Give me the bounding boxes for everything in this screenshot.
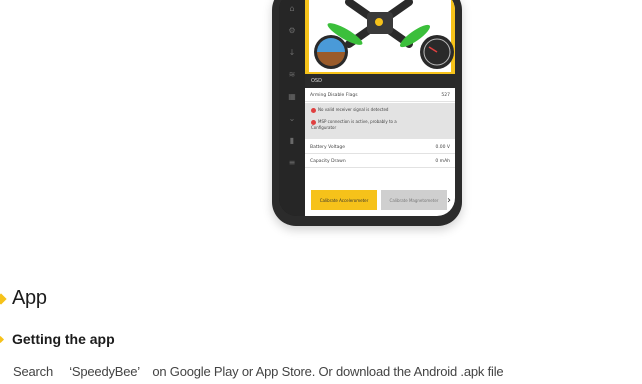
row-label: Arming Disable Flags [310, 93, 358, 98]
app-side-rail: ⌂ ⚙ ↓ ≋ ▦ ⌄ ▮ ≡ [279, 0, 305, 216]
drone-hero-panel [309, 0, 454, 72]
download-icon: ↓ [288, 48, 296, 57]
row-battery-voltage: Battery Voltage 0.00 V [305, 141, 455, 154]
warning-text: No valid receiver signal is detected [318, 107, 389, 112]
calibrate-magnetometer-button[interactable]: Calibrate Magnetometer [381, 190, 447, 210]
phone-screen-frame: ⌂ ⚙ ↓ ≋ ▦ ⌄ ▮ ≡ OSD Arming Disable Flags… [279, 0, 455, 216]
warning-line: No valid receiver signal is detected [311, 107, 388, 113]
warning-text: MSP connection is active, probably to a … [311, 119, 397, 130]
battery-icon: ▮ [289, 136, 295, 145]
row-arming-flags: Arming Disable Flags 527 [305, 89, 455, 102]
diamond-bullet-icon [0, 292, 7, 305]
row-value: 0 mAh [435, 159, 450, 164]
subsection-title-text: Getting the app [12, 331, 115, 347]
drone-hero [305, 0, 455, 76]
section-bar-label: OSD [311, 78, 322, 84]
row-value: 527 [441, 93, 450, 98]
body-paragraph: Search ‘SpeedyBee’ on Google Play or App… [13, 364, 504, 379]
menu-icon: ≡ [288, 158, 296, 167]
drone-illustration [314, 0, 454, 69]
grid-icon: ▦ [288, 92, 296, 101]
section-title-text: App [12, 287, 47, 309]
phone-mockup: ⌂ ⚙ ↓ ≋ ▦ ⌄ ▮ ≡ OSD Arming Disable Flags… [272, 0, 462, 226]
warning-icon [311, 107, 316, 113]
row-label: Battery Voltage [310, 145, 345, 150]
diamond-bullet-icon [0, 335, 5, 343]
section-bar: OSD [305, 74, 455, 88]
subsection-title: Getting the app [0, 331, 115, 347]
settings-icon: ⚙ [288, 26, 296, 35]
chevron-down-icon: ⌄ [288, 114, 296, 123]
row-capacity-drawn: Capacity Drawn 0 mAh [305, 155, 455, 168]
home-icon: ⌂ [289, 4, 295, 13]
warning-line: MSP connection is active, probably to a … [311, 119, 411, 130]
section-title: App [0, 287, 47, 310]
receiver-icon: ≋ [288, 70, 296, 79]
row-label: Capacity Drawn [310, 159, 346, 164]
calibrate-accelerometer-button[interactable]: Calibrate Accelerometer [311, 190, 377, 210]
row-value: 0.00 V [435, 145, 450, 150]
chevron-right-icon[interactable]: › [447, 195, 451, 206]
warning-block: No valid receiver signal is detected MSP… [305, 103, 455, 139]
app-screen: OSD Arming Disable Flags 527 No valid re… [305, 0, 455, 216]
